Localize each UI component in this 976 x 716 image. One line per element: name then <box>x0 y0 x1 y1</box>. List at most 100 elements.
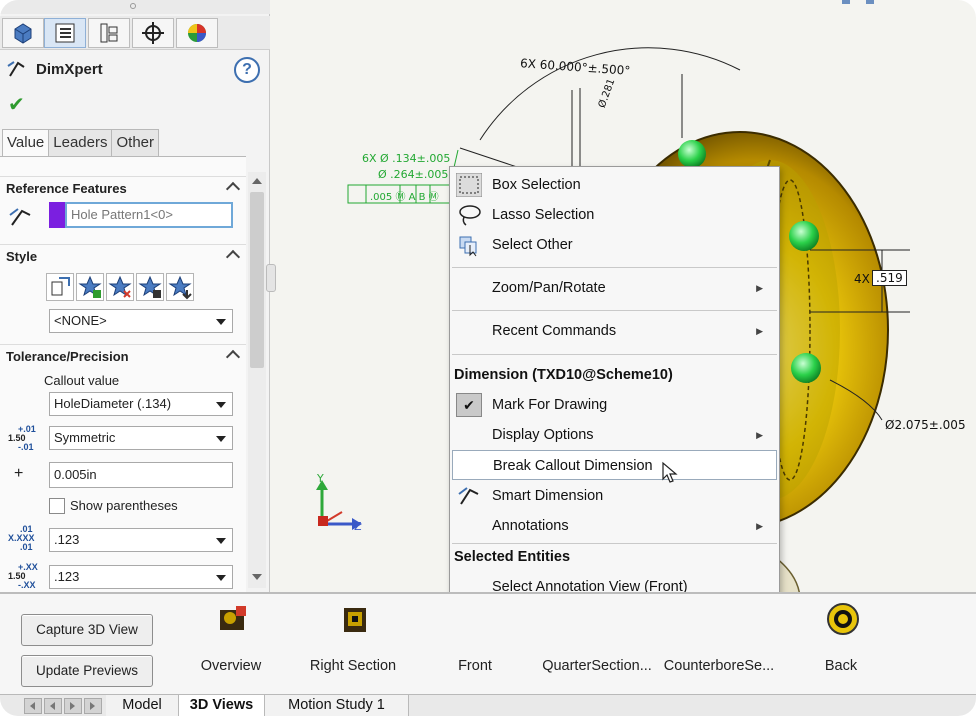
view-thumbnail-counterbore[interactable]: CounterboreSe... <box>660 594 778 694</box>
reference-features-header[interactable]: Reference Features <box>0 176 246 200</box>
collapse-icon[interactable] <box>225 349 241 365</box>
star-save-icon <box>138 275 162 298</box>
tolerance-value-input[interactable]: 0.005in <box>49 462 233 488</box>
menu-item-display-options[interactable]: Display Options ▶ <box>452 420 777 450</box>
view-caption: Front <box>458 658 492 674</box>
view-thumbnail-back[interactable]: Back <box>782 594 900 694</box>
reference-features-field[interactable]: Hole Pattern1<0> <box>65 202 233 228</box>
select-other-icon <box>459 236 477 257</box>
tolerance-precision-text: .123 <box>54 569 80 584</box>
update-previews-button[interactable]: Update Previews <box>21 655 153 687</box>
tab-feature-tree[interactable] <box>2 18 44 48</box>
menu-separator <box>452 543 777 544</box>
tab-display[interactable] <box>176 18 218 48</box>
property-manager: DimXpert ? ✔ Value Leaders Other Referen… <box>0 0 270 592</box>
menu-item-recent-commands[interactable]: Recent Commands ▶ <box>452 316 777 346</box>
tab-motion-study-1[interactable]: Motion Study 1 <box>265 695 409 716</box>
panel-splitter-handle[interactable] <box>266 264 276 292</box>
last-tab-button[interactable] <box>84 698 102 714</box>
style-header[interactable]: Style <box>0 244 246 268</box>
first-tab-button[interactable] <box>24 698 42 714</box>
menu-item-lasso-selection[interactable]: Lasso Selection <box>452 200 777 230</box>
primary-precision-text: .123 <box>54 532 80 547</box>
style-select[interactable]: <NONE> <box>49 309 233 333</box>
tab-configuration[interactable] <box>88 18 130 48</box>
tolerance-precision-header[interactable]: Tolerance/Precision <box>0 344 246 368</box>
apply-style-button[interactable] <box>46 273 74 301</box>
next-tab-button[interactable] <box>64 698 82 714</box>
menu-section-dimension: Dimension (TXD10@Scheme10) <box>454 367 673 383</box>
dropdown-arrow-icon <box>216 402 226 408</box>
scroll-up-icon[interactable] <box>252 178 262 184</box>
menu-item-zoom-pan-rotate[interactable]: Zoom/Pan/Rotate ▶ <box>452 273 777 303</box>
menu-item-box-selection[interactable]: Box Selection <box>452 170 777 200</box>
tolerance-precision-select[interactable]: .123 <box>49 565 233 589</box>
subtab-other[interactable]: Other <box>111 129 159 157</box>
panel-grip[interactable] <box>0 0 270 14</box>
submenu-arrow-icon: ▶ <box>756 326 763 336</box>
tab-model[interactable]: Model <box>106 695 179 716</box>
collapse-icon[interactable] <box>225 181 241 197</box>
view-thumbnail-overview[interactable]: Overview <box>172 594 290 694</box>
dimension-519[interactable]: .519 <box>872 270 907 286</box>
view-caption: QuarterSection... <box>542 658 652 674</box>
menu-separator <box>452 354 777 355</box>
menu-item-smart-dimension[interactable]: Smart Dimension <box>452 481 777 511</box>
subtab-leaders[interactable]: Leaders <box>48 129 113 157</box>
view-thumbnail-right-section[interactable]: Right Section <box>294 594 412 694</box>
dropdown-arrow-icon <box>216 538 226 544</box>
dropdown-arrow-icon <box>216 436 226 442</box>
view-thumbnail-quartersection[interactable]: QuarterSection... <box>538 594 656 694</box>
tolerance-type-select[interactable]: Symmetric <box>49 426 233 450</box>
dropdown-arrow-icon <box>216 319 226 325</box>
plus-tolerance-icon: + <box>14 465 24 482</box>
tolerance-precision-title: Tolerance/Precision <box>6 349 129 364</box>
menu-separator <box>452 310 777 311</box>
dimxpert-icon <box>7 61 25 77</box>
scroll-thumb[interactable] <box>250 192 264 368</box>
crosshair-icon <box>142 22 164 44</box>
callout-value-select[interactable]: HoleDiameter (.134) <box>49 392 233 416</box>
callout-line-3[interactable]: .005 Ⓜ A B Ⓜ <box>370 188 439 203</box>
save-style-button[interactable] <box>136 273 164 301</box>
scroll-down-icon[interactable] <box>252 574 262 580</box>
lasso-icon <box>459 205 481 226</box>
diameter-dimension[interactable]: Ø2.075±.005 <box>885 418 966 432</box>
delete-style-button[interactable] <box>106 273 134 301</box>
subtab-value[interactable]: Value <box>2 129 50 157</box>
view-caption: Back <box>824 658 858 674</box>
menu-item-mark-for-drawing[interactable]: ✔ Mark For Drawing <box>452 390 777 420</box>
count-4x-label: 4X <box>854 272 870 286</box>
callout-line-2[interactable]: Ø .264±.005 <box>378 168 448 181</box>
load-style-button[interactable] <box>166 273 194 301</box>
menu-item-label: Break Callout Dimension <box>493 458 653 474</box>
property-list-icon <box>55 23 75 43</box>
apply-style-icon <box>51 277 70 296</box>
tab-dimxpert[interactable] <box>132 18 174 48</box>
prec2-icon-bot: -.XX <box>18 580 36 590</box>
reference-color-swatch <box>49 202 65 228</box>
menu-item-label: Mark For Drawing <box>492 397 608 413</box>
tab-3d-views[interactable]: 3D Views <box>179 695 265 716</box>
bottom-tab-strip: Model 3D Views Motion Study 1 <box>0 694 976 716</box>
menu-item-annotations[interactable]: Annotations ▶ <box>452 511 777 541</box>
collapse-icon[interactable] <box>225 249 241 265</box>
menu-item-break-callout-dimension[interactable]: Break Callout Dimension <box>452 450 777 483</box>
callout-line-1[interactable]: 6X Ø .134±.005 <box>362 152 450 165</box>
box-selection-icon <box>456 173 482 197</box>
menu-item-label: Box Selection <box>492 177 581 193</box>
tab-property-manager[interactable] <box>44 18 86 48</box>
help-button[interactable]: ? <box>234 57 260 83</box>
menu-item-label: Lasso Selection <box>492 207 595 223</box>
ok-check-icon[interactable]: ✔ <box>8 92 25 117</box>
show-parentheses-checkbox[interactable] <box>49 498 65 514</box>
feature-tree-icon <box>14 23 32 44</box>
capture-3d-view-button[interactable]: Capture 3D View <box>21 614 153 646</box>
add-style-button[interactable] <box>76 273 104 301</box>
menu-item-label: Recent Commands <box>492 323 617 339</box>
view-thumbnail-front[interactable]: Front <box>416 594 534 694</box>
primary-precision-select[interactable]: .123 <box>49 528 233 552</box>
menu-section-selected-entities: Selected Entities <box>454 549 571 565</box>
menu-item-select-other[interactable]: Select Other <box>452 230 777 260</box>
prev-tab-button[interactable] <box>44 698 62 714</box>
